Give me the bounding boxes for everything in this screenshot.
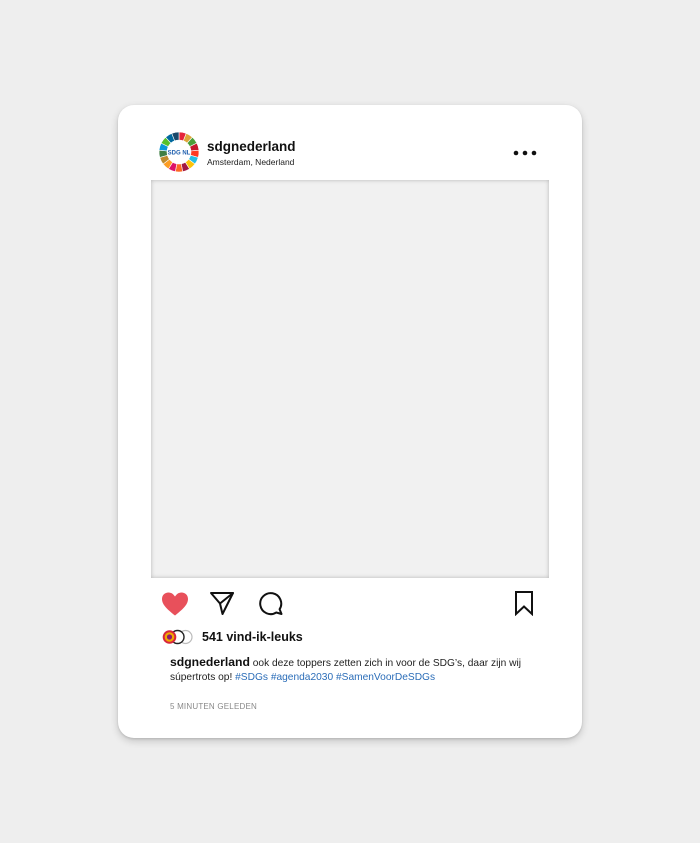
post-timestamp: 5 MINUTEN GELEDEN: [170, 702, 257, 711]
sdg-wheel-avatar[interactable]: SDG NL: [158, 131, 200, 173]
likes-count[interactable]: 541 vind-ik-leuks: [202, 630, 303, 644]
post-username[interactable]: sdgnederland: [207, 139, 296, 154]
liker-avatars[interactable]: [161, 629, 197, 645]
comment-icon[interactable]: [258, 590, 284, 616]
post-caption: sdgnederland ook deze toppers zetten zic…: [170, 655, 550, 685]
bookmark-icon[interactable]: [514, 590, 534, 616]
instagram-post-frame: SDG NL sdgnederland Amsterdam, Nederland…: [118, 105, 582, 738]
caption-username[interactable]: sdgnederland: [170, 655, 250, 669]
hashtag[interactable]: #agenda2030: [271, 672, 333, 683]
post-location[interactable]: Amsterdam, Nederland: [207, 157, 294, 167]
heart-icon[interactable]: [161, 591, 189, 617]
hashtag[interactable]: #SDGs: [235, 672, 268, 683]
hashtag[interactable]: #SamenVoorDeSDGs: [336, 672, 435, 683]
photo-placeholder: [151, 180, 549, 578]
avatar-label: SDG NL: [168, 150, 191, 156]
more-options-icon[interactable]: [513, 145, 537, 161]
send-icon[interactable]: [209, 590, 235, 616]
